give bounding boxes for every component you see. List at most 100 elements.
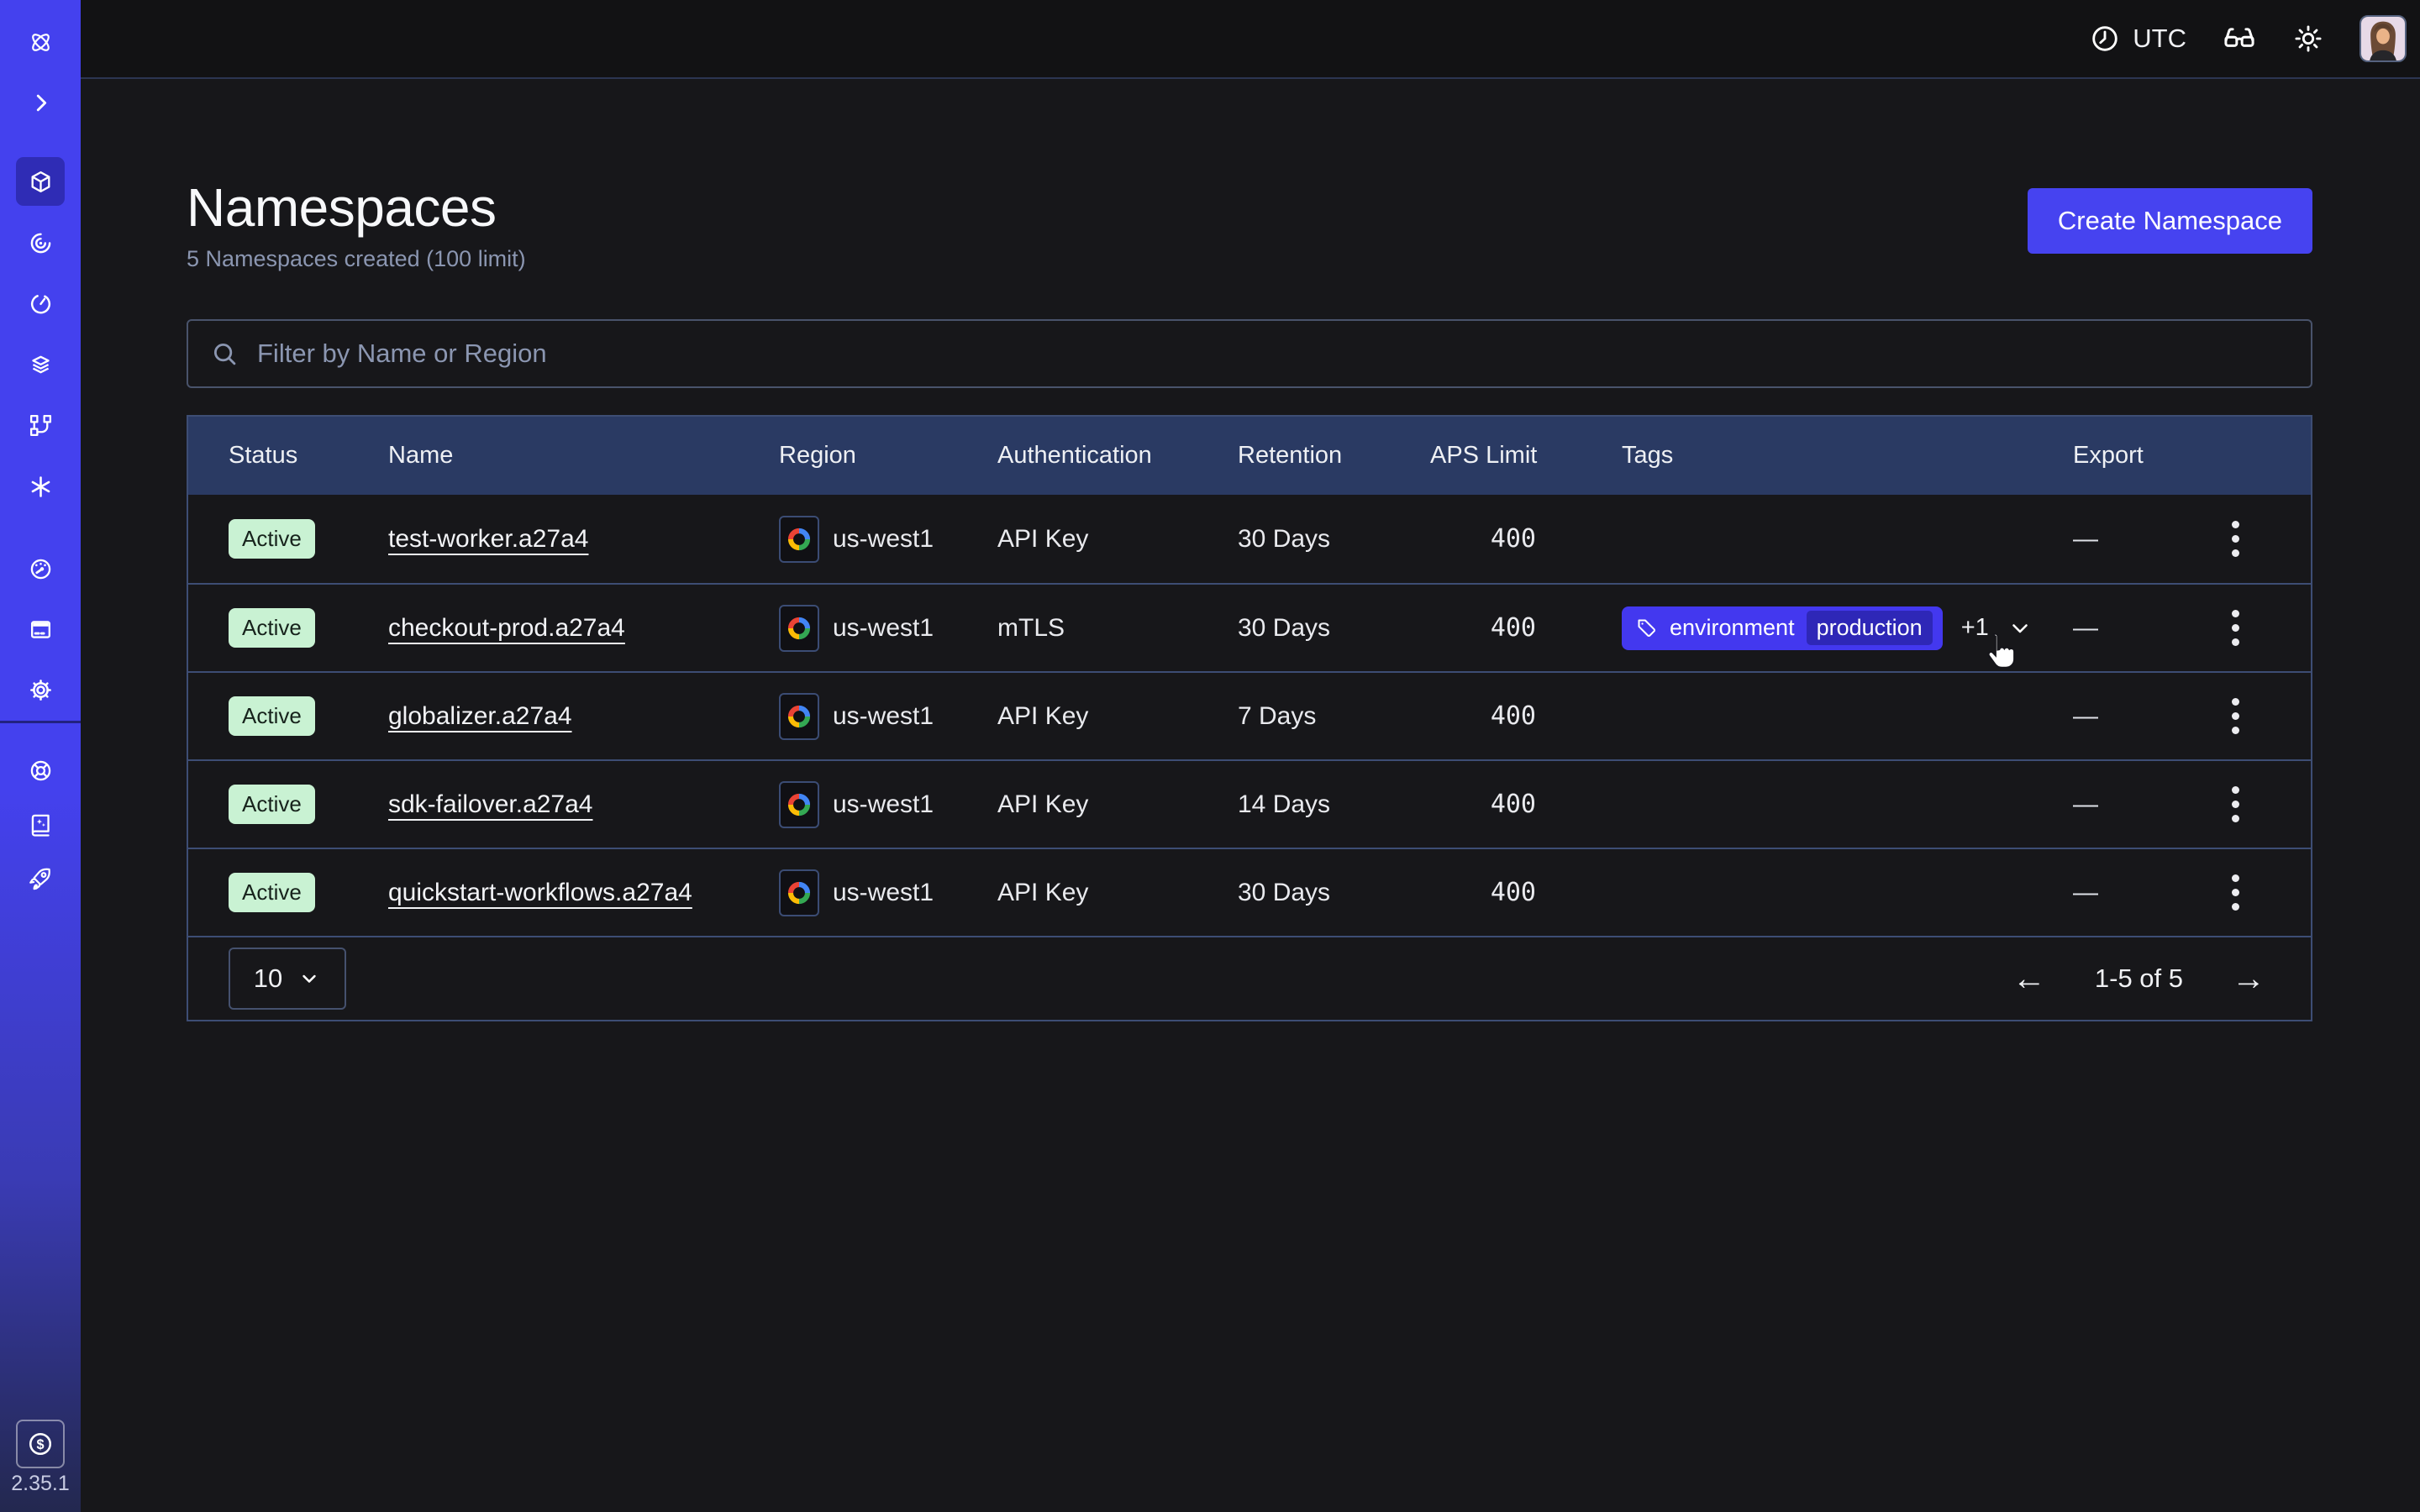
sidebar-item-support[interactable] <box>20 750 60 790</box>
namespace-link[interactable]: checkout-prod.a27a4 <box>388 614 625 642</box>
export-cell: — <box>2073 790 2196 819</box>
aps-limit-cell: 400 <box>1430 878 1538 907</box>
name-cell: globalizer.a27a4 <box>388 702 779 731</box>
getting-started-rocket-icon <box>28 867 54 893</box>
retention-cell: 30 Days <box>1238 614 1430 643</box>
export-cell: — <box>2073 879 2196 907</box>
region-label: us-west1 <box>833 790 934 819</box>
status-badge: Active <box>229 696 315 736</box>
main-content: Namespaces 5 Namespaces created (100 lim… <box>81 81 2420 1512</box>
tag-chip[interactable]: environment production <box>1622 606 1943 650</box>
nexus-branch-icon <box>28 412 54 438</box>
sidebar-item-deployments[interactable] <box>20 344 60 385</box>
sidebar-item-batch-operations[interactable] <box>20 466 60 507</box>
region-label: us-west1 <box>833 525 934 554</box>
sidebar-item-billing[interactable] <box>20 609 60 649</box>
export-cell: — <box>2073 614 2196 643</box>
namespace-count-subtitle: 5 Namespaces created (100 limit) <box>187 246 526 272</box>
namespace-link[interactable]: sdk-failover.a27a4 <box>388 790 593 818</box>
region-cell: us-west1 <box>779 693 997 740</box>
docs-book-icon <box>28 812 54 838</box>
gcp-cloud-icon <box>779 605 819 652</box>
row-actions-kebab[interactable] <box>2215 603 2255 654</box>
column-header: Status <box>229 442 388 470</box>
pagination-bar: 10 ← 1-5 of 5 → <box>188 936 2311 1020</box>
status-badge: Active <box>229 785 315 824</box>
namespace-link[interactable]: globalizer.a27a4 <box>388 702 572 730</box>
page-size-select[interactable]: 10 <box>229 948 346 1010</box>
table-row: Active globalizer.a27a4 us-west1 API Key… <box>188 671 2311 759</box>
settings-gear-icon <box>28 677 54 703</box>
prev-page-button[interactable]: ← <box>2007 961 2051 996</box>
timezone-selector[interactable]: UTC <box>2089 23 2186 55</box>
status-cell: Active <box>229 696 388 736</box>
actions-cell <box>2196 691 2274 742</box>
gcp-cloud-icon <box>779 781 819 828</box>
name-cell: sdk-failover.a27a4 <box>388 790 779 819</box>
sun-icon <box>2292 23 2324 55</box>
filter-input[interactable] <box>255 338 2289 370</box>
sidebar-item-workflows[interactable] <box>20 223 60 263</box>
avatar[interactable] <box>2360 15 2407 62</box>
temporal-logo[interactable] <box>20 22 60 62</box>
sidebar-item-usage[interactable] <box>20 549 60 589</box>
status-badge: Active <box>229 608 315 648</box>
gcp-cloud-icon <box>779 869 819 916</box>
row-actions-kebab[interactable] <box>2215 780 2255 830</box>
sidebar-expand-chevron-icon[interactable] <box>20 82 60 123</box>
aps-limit-cell: 400 <box>1430 613 1538 643</box>
status-cell: Active <box>229 519 388 559</box>
column-header: APS Limit <box>1430 442 1538 470</box>
namespace-link[interactable]: quickstart-workflows.a27a4 <box>388 879 692 906</box>
filter-searchbar <box>187 319 2312 388</box>
region-cell: us-west1 <box>779 869 997 916</box>
table-row: Active quickstart-workflows.a27a4 us-wes… <box>188 848 2311 936</box>
row-actions-kebab[interactable] <box>2215 691 2255 742</box>
row-actions-kebab[interactable] <box>2215 868 2255 918</box>
namespaces-cube-icon <box>28 169 54 195</box>
sidebar-item-nexus[interactable] <box>20 405 60 445</box>
gcp-cloud-icon <box>779 693 819 740</box>
actions-cell <box>2196 868 2274 918</box>
sidebar-item-namespaces[interactable] <box>16 157 65 206</box>
clock-icon <box>2089 23 2121 55</box>
topbar: UTC <box>81 0 2420 79</box>
name-cell: checkout-prod.a27a4 <box>388 614 779 643</box>
namespace-link[interactable]: test-worker.a27a4 <box>388 525 588 553</box>
row-actions-kebab[interactable] <box>2215 514 2255 564</box>
page-title: Namespaces <box>187 180 526 236</box>
sidebar-item-schedules[interactable] <box>20 283 60 323</box>
tag-group: environment production +1 <box>1622 606 2033 650</box>
tag-icon <box>1635 617 1658 639</box>
namespaces-table: StatusNameRegionAuthenticationRetentionA… <box>187 415 2312 1021</box>
aps-limit-cell: 400 <box>1430 524 1538 554</box>
sidebar-item-docs[interactable] <box>20 805 60 845</box>
gcp-cloud-icon <box>779 516 819 563</box>
schedules-timer-icon <box>28 291 54 317</box>
status-cell: Active <box>229 785 388 824</box>
column-header: Authentication <box>997 442 1238 470</box>
create-namespace-button[interactable]: Create Namespace <box>2028 188 2312 254</box>
reader-mode-button[interactable] <box>2222 21 2257 56</box>
region-label: us-west1 <box>833 614 934 643</box>
tag-more-count[interactable]: +1 <box>1961 614 1989 642</box>
support-lifebuoy-icon <box>28 758 54 784</box>
sidebar-item-settings[interactable] <box>20 669 60 710</box>
batch-asterisk-icon <box>28 474 54 500</box>
next-page-button[interactable]: → <box>2227 961 2270 996</box>
tags-expand-chevron-icon[interactable] <box>2007 616 2033 641</box>
theme-toggle-button[interactable] <box>2292 23 2324 55</box>
credits-button[interactable]: $ <box>16 1420 65 1468</box>
status-badge: Active <box>229 519 315 559</box>
table-header-row: StatusNameRegionAuthenticationRetentionA… <box>188 417 2311 495</box>
status-cell: Active <box>229 873 388 912</box>
tags-cell: environment production +1 <box>1622 606 2073 650</box>
sidebar-item-getting-started[interactable] <box>20 859 60 900</box>
name-cell: test-worker.a27a4 <box>388 525 779 554</box>
usage-gauge-icon <box>28 556 54 582</box>
deployments-layers-icon <box>28 352 54 378</box>
region-label: us-west1 <box>833 879 934 907</box>
avatar-image <box>2361 17 2405 60</box>
app-root: $ 2.35.1 UTC <box>0 0 2420 1512</box>
retention-cell: 30 Days <box>1238 525 1430 554</box>
